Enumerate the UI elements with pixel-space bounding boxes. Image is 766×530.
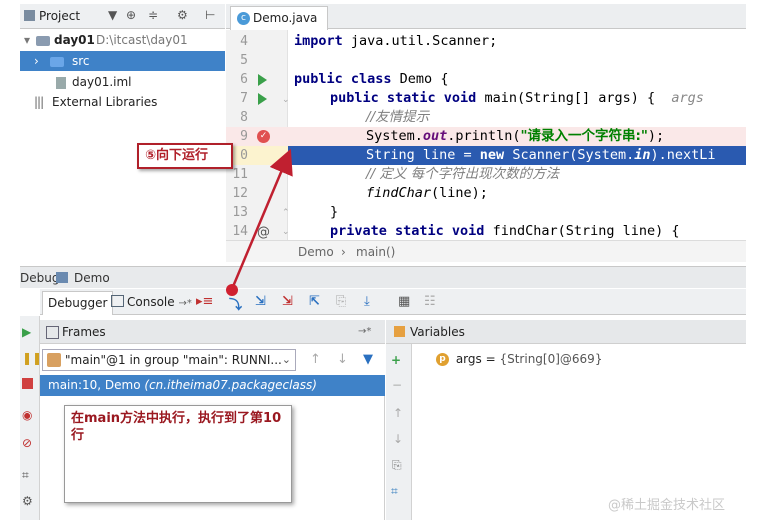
note-annotation: 在main方法中执行，执行到了第10行 xyxy=(64,405,292,503)
step-annotation: ⑤向下运行 xyxy=(137,143,233,169)
watermark: @稀土掘金技术社区 xyxy=(608,498,726,513)
